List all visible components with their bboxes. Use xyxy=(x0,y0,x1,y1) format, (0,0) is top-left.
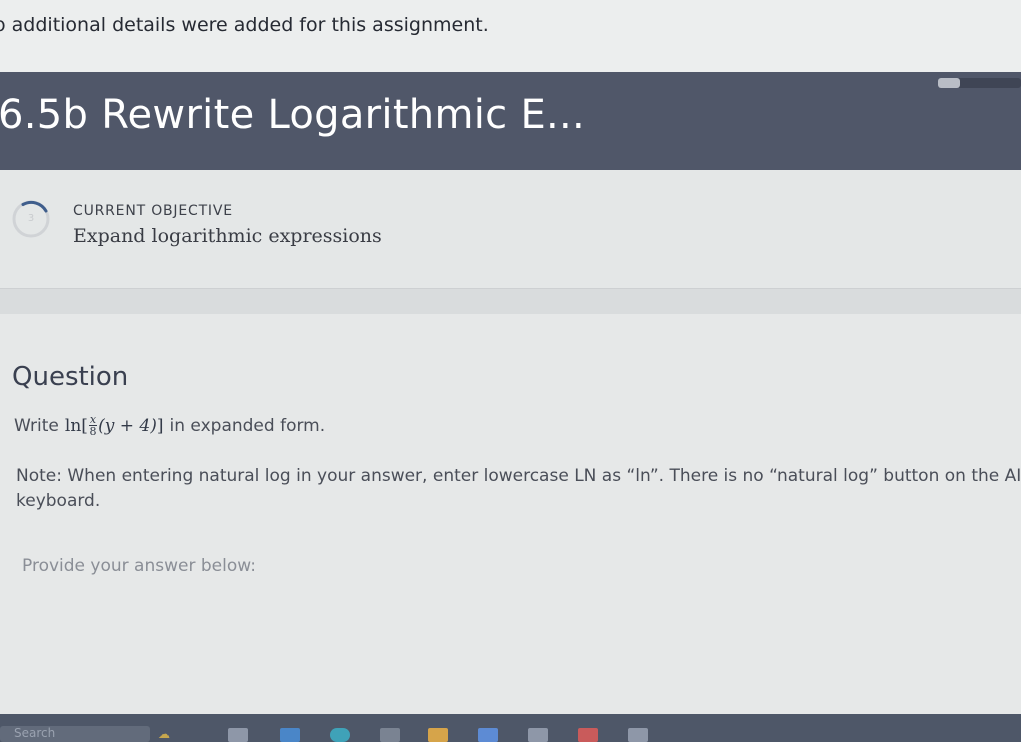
progress-bar xyxy=(938,78,1021,88)
math-open-bracket: [ xyxy=(81,415,88,436)
weather-icon[interactable]: ☁ xyxy=(158,727,170,741)
question-heading: Question xyxy=(12,362,129,392)
question-prompt: Write ln [ x 8 (y + 4) ] in expanded for… xyxy=(14,414,325,437)
objective-ring-value: 3 xyxy=(27,213,35,224)
page-title: 6.5b Rewrite Logarithmic E... xyxy=(0,92,586,138)
math-inner: (y + 4) xyxy=(98,415,157,436)
prompt-suffix: in expanded form. xyxy=(169,415,326,436)
current-objective-panel: 3 CURRENT OBJECTIVE Expand logarithmic e… xyxy=(0,170,1021,288)
app-icon[interactable] xyxy=(528,728,548,742)
assignment-header: 6.5b Rewrite Logarithmic E... xyxy=(0,72,1021,170)
progress-bar-fill xyxy=(938,78,960,88)
app-icon[interactable] xyxy=(628,728,648,742)
math-close-bracket: ] xyxy=(156,415,164,436)
question-note: Note: When entering natural log in your … xyxy=(16,466,1021,511)
app-icon[interactable] xyxy=(380,728,400,742)
answer-label: Provide your answer below: xyxy=(22,556,256,576)
file-explorer-icon[interactable] xyxy=(280,728,300,742)
objective-label: CURRENT OBJECTIVE xyxy=(73,203,233,219)
math-expression: ln [ x 8 (y + 4) ] xyxy=(65,414,164,437)
app-icon[interactable] xyxy=(228,728,248,742)
app-icon[interactable] xyxy=(578,728,598,742)
prompt-prefix: Write xyxy=(14,415,59,436)
question-panel: Question Write ln [ x 8 (y + 4) ] in exp… xyxy=(0,314,1021,714)
taskbar-search-box[interactable]: Search xyxy=(0,726,150,742)
objective-text: Expand logarithmic expressions xyxy=(73,225,382,247)
math-denominator: 8 xyxy=(89,425,97,438)
store-icon[interactable] xyxy=(478,728,498,742)
progress-ring-icon: 3 xyxy=(10,198,52,240)
edge-icon[interactable] xyxy=(330,728,350,742)
math-ln: ln xyxy=(64,415,82,436)
math-fraction: x 8 xyxy=(88,414,98,438)
folder-icon[interactable] xyxy=(428,728,448,742)
section-divider xyxy=(0,288,1021,316)
assignment-notice: o additional details were added for this… xyxy=(0,0,1021,72)
os-taskbar: Search ☁ xyxy=(0,714,1021,742)
notice-text: o additional details were added for this… xyxy=(0,14,489,36)
taskbar-search-label: Search xyxy=(14,726,56,740)
